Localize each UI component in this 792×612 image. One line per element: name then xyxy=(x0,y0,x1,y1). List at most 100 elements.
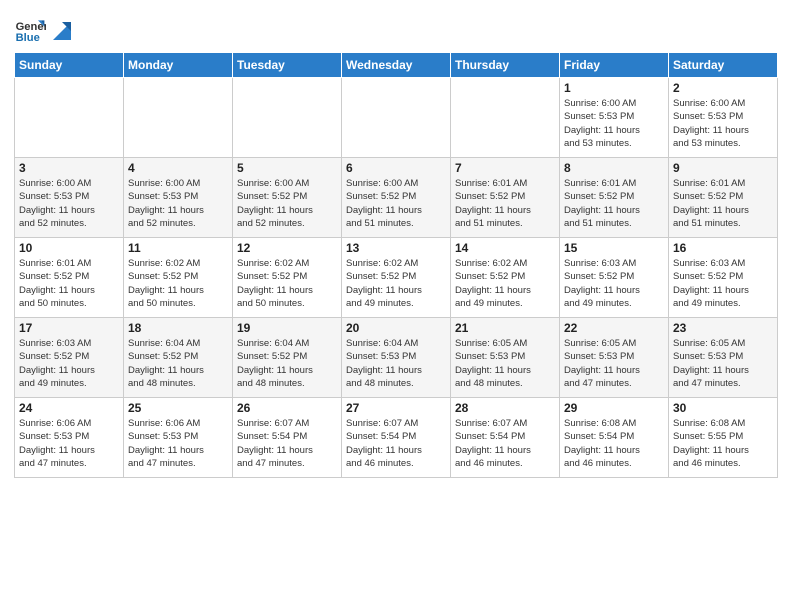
day-info: Sunrise: 6:06 AM Sunset: 5:53 PM Dayligh… xyxy=(19,417,119,470)
weekday-header-row: SundayMondayTuesdayWednesdayThursdayFrid… xyxy=(15,53,778,78)
calendar-table: SundayMondayTuesdayWednesdayThursdayFrid… xyxy=(14,52,778,478)
day-cell: 9 Sunrise: 6:01 AM Sunset: 5:52 PM Daylig… xyxy=(669,158,778,238)
week-row-4: 17 Sunrise: 6:03 AM Sunset: 5:52 PM Dayli… xyxy=(15,318,778,398)
day-info: Sunrise: 6:05 AM Sunset: 5:53 PM Dayligh… xyxy=(673,337,773,390)
weekday-saturday: Saturday xyxy=(669,53,778,78)
day-number: 22 xyxy=(564,321,664,335)
day-cell: 3 Sunrise: 6:00 AM Sunset: 5:53 PM Daylig… xyxy=(15,158,124,238)
week-row-5: 24 Sunrise: 6:06 AM Sunset: 5:53 PM Dayli… xyxy=(15,398,778,478)
day-number: 20 xyxy=(346,321,446,335)
day-info: Sunrise: 6:02 AM Sunset: 5:52 PM Dayligh… xyxy=(346,257,446,310)
day-cell: 28 Sunrise: 6:07 AM Sunset: 5:54 PM Dayli… xyxy=(451,398,560,478)
day-number: 28 xyxy=(455,401,555,415)
day-number: 29 xyxy=(564,401,664,415)
logo: General Blue xyxy=(14,14,72,46)
day-number: 9 xyxy=(673,161,773,175)
day-number: 30 xyxy=(673,401,773,415)
day-number: 27 xyxy=(346,401,446,415)
day-info: Sunrise: 6:04 AM Sunset: 5:52 PM Dayligh… xyxy=(237,337,337,390)
day-number: 5 xyxy=(237,161,337,175)
day-number: 7 xyxy=(455,161,555,175)
day-info: Sunrise: 6:01 AM Sunset: 5:52 PM Dayligh… xyxy=(455,177,555,230)
logo-icon: General Blue xyxy=(14,14,46,46)
day-number: 13 xyxy=(346,241,446,255)
weekday-friday: Friday xyxy=(560,53,669,78)
weekday-tuesday: Tuesday xyxy=(233,53,342,78)
day-number: 1 xyxy=(564,81,664,95)
weekday-sunday: Sunday xyxy=(15,53,124,78)
day-number: 21 xyxy=(455,321,555,335)
day-number: 4 xyxy=(128,161,228,175)
day-number: 12 xyxy=(237,241,337,255)
day-cell: 20 Sunrise: 6:04 AM Sunset: 5:53 PM Dayli… xyxy=(342,318,451,398)
day-cell: 25 Sunrise: 6:06 AM Sunset: 5:53 PM Dayli… xyxy=(124,398,233,478)
day-info: Sunrise: 6:03 AM Sunset: 5:52 PM Dayligh… xyxy=(673,257,773,310)
day-cell: 12 Sunrise: 6:02 AM Sunset: 5:52 PM Dayli… xyxy=(233,238,342,318)
day-number: 10 xyxy=(19,241,119,255)
day-cell: 6Sunrise: 6:00 AM Sunset: 5:52 PM Daylig… xyxy=(342,158,451,238)
day-cell xyxy=(233,78,342,158)
day-info: Sunrise: 6:00 AM Sunset: 5:52 PM Dayligh… xyxy=(237,177,337,230)
page: General Blue xyxy=(0,0,792,612)
day-number: 15 xyxy=(564,241,664,255)
week-row-1: 1 Sunrise: 6:00 AM Sunset: 5:53 PM Daylig… xyxy=(15,78,778,158)
day-number: 23 xyxy=(673,321,773,335)
day-number: 14 xyxy=(455,241,555,255)
day-number: 2 xyxy=(673,81,773,95)
day-cell xyxy=(342,78,451,158)
day-info: Sunrise: 6:06 AM Sunset: 5:53 PM Dayligh… xyxy=(128,417,228,470)
day-cell: 7 Sunrise: 6:01 AM Sunset: 5:52 PM Daylig… xyxy=(451,158,560,238)
day-cell: 4 Sunrise: 6:00 AM Sunset: 5:53 PM Daylig… xyxy=(124,158,233,238)
day-cell: 18Sunrise: 6:04 AM Sunset: 5:52 PM Dayli… xyxy=(124,318,233,398)
day-cell: 13 Sunrise: 6:02 AM Sunset: 5:52 PM Dayli… xyxy=(342,238,451,318)
day-info: Sunrise: 6:03 AM Sunset: 5:52 PM Dayligh… xyxy=(564,257,664,310)
day-cell xyxy=(124,78,233,158)
day-cell: 8 Sunrise: 6:01 AM Sunset: 5:52 PM Daylig… xyxy=(560,158,669,238)
day-info: Sunrise: 6:00 AM Sunset: 5:53 PM Dayligh… xyxy=(19,177,119,230)
day-number: 17 xyxy=(19,321,119,335)
day-cell: 19Sunrise: 6:04 AM Sunset: 5:52 PM Dayli… xyxy=(233,318,342,398)
day-cell: 16 Sunrise: 6:03 AM Sunset: 5:52 PM Dayli… xyxy=(669,238,778,318)
day-cell: 29 Sunrise: 6:08 AM Sunset: 5:54 PM Dayli… xyxy=(560,398,669,478)
day-cell: 26 Sunrise: 6:07 AM Sunset: 5:54 PM Dayli… xyxy=(233,398,342,478)
day-info: Sunrise: 6:05 AM Sunset: 5:53 PM Dayligh… xyxy=(564,337,664,390)
day-info: Sunrise: 6:00 AM Sunset: 5:53 PM Dayligh… xyxy=(128,177,228,230)
day-number: 16 xyxy=(673,241,773,255)
day-number: 3 xyxy=(19,161,119,175)
day-number: 11 xyxy=(128,241,228,255)
day-info: Sunrise: 6:02 AM Sunset: 5:52 PM Dayligh… xyxy=(128,257,228,310)
day-info: Sunrise: 6:07 AM Sunset: 5:54 PM Dayligh… xyxy=(237,417,337,470)
day-info: Sunrise: 6:00 AM Sunset: 5:53 PM Dayligh… xyxy=(564,97,664,150)
day-cell xyxy=(451,78,560,158)
day-info: Sunrise: 6:02 AM Sunset: 5:52 PM Dayligh… xyxy=(237,257,337,310)
weekday-wednesday: Wednesday xyxy=(342,53,451,78)
day-info: Sunrise: 6:03 AM Sunset: 5:52 PM Dayligh… xyxy=(19,337,119,390)
day-cell: 2Sunrise: 6:00 AM Sunset: 5:53 PM Daylig… xyxy=(669,78,778,158)
day-info: Sunrise: 6:04 AM Sunset: 5:53 PM Dayligh… xyxy=(346,337,446,390)
day-info: Sunrise: 6:01 AM Sunset: 5:52 PM Dayligh… xyxy=(673,177,773,230)
day-info: Sunrise: 6:07 AM Sunset: 5:54 PM Dayligh… xyxy=(455,417,555,470)
weekday-monday: Monday xyxy=(124,53,233,78)
week-row-3: 10Sunrise: 6:01 AM Sunset: 5:52 PM Dayli… xyxy=(15,238,778,318)
day-cell: 21Sunrise: 6:05 AM Sunset: 5:53 PM Dayli… xyxy=(451,318,560,398)
week-row-2: 3 Sunrise: 6:00 AM Sunset: 5:53 PM Daylig… xyxy=(15,158,778,238)
day-cell: 11 Sunrise: 6:02 AM Sunset: 5:52 PM Dayli… xyxy=(124,238,233,318)
day-info: Sunrise: 6:08 AM Sunset: 5:54 PM Dayligh… xyxy=(564,417,664,470)
day-number: 6 xyxy=(346,161,446,175)
day-cell: 30 Sunrise: 6:08 AM Sunset: 5:55 PM Dayli… xyxy=(669,398,778,478)
day-number: 24 xyxy=(19,401,119,415)
day-cell: 23 Sunrise: 6:05 AM Sunset: 5:53 PM Dayli… xyxy=(669,318,778,398)
day-info: Sunrise: 6:01 AM Sunset: 5:52 PM Dayligh… xyxy=(564,177,664,230)
day-number: 26 xyxy=(237,401,337,415)
day-info: Sunrise: 6:08 AM Sunset: 5:55 PM Dayligh… xyxy=(673,417,773,470)
day-cell: 14 Sunrise: 6:02 AM Sunset: 5:52 PM Dayli… xyxy=(451,238,560,318)
day-cell: 22 Sunrise: 6:05 AM Sunset: 5:53 PM Dayli… xyxy=(560,318,669,398)
day-cell xyxy=(15,78,124,158)
day-number: 8 xyxy=(564,161,664,175)
day-number: 25 xyxy=(128,401,228,415)
day-cell: 5 Sunrise: 6:00 AM Sunset: 5:52 PM Daylig… xyxy=(233,158,342,238)
day-info: Sunrise: 6:07 AM Sunset: 5:54 PM Dayligh… xyxy=(346,417,446,470)
day-cell: 27 Sunrise: 6:07 AM Sunset: 5:54 PM Dayli… xyxy=(342,398,451,478)
day-info: Sunrise: 6:02 AM Sunset: 5:52 PM Dayligh… xyxy=(455,257,555,310)
day-cell: 24 Sunrise: 6:06 AM Sunset: 5:53 PM Dayli… xyxy=(15,398,124,478)
